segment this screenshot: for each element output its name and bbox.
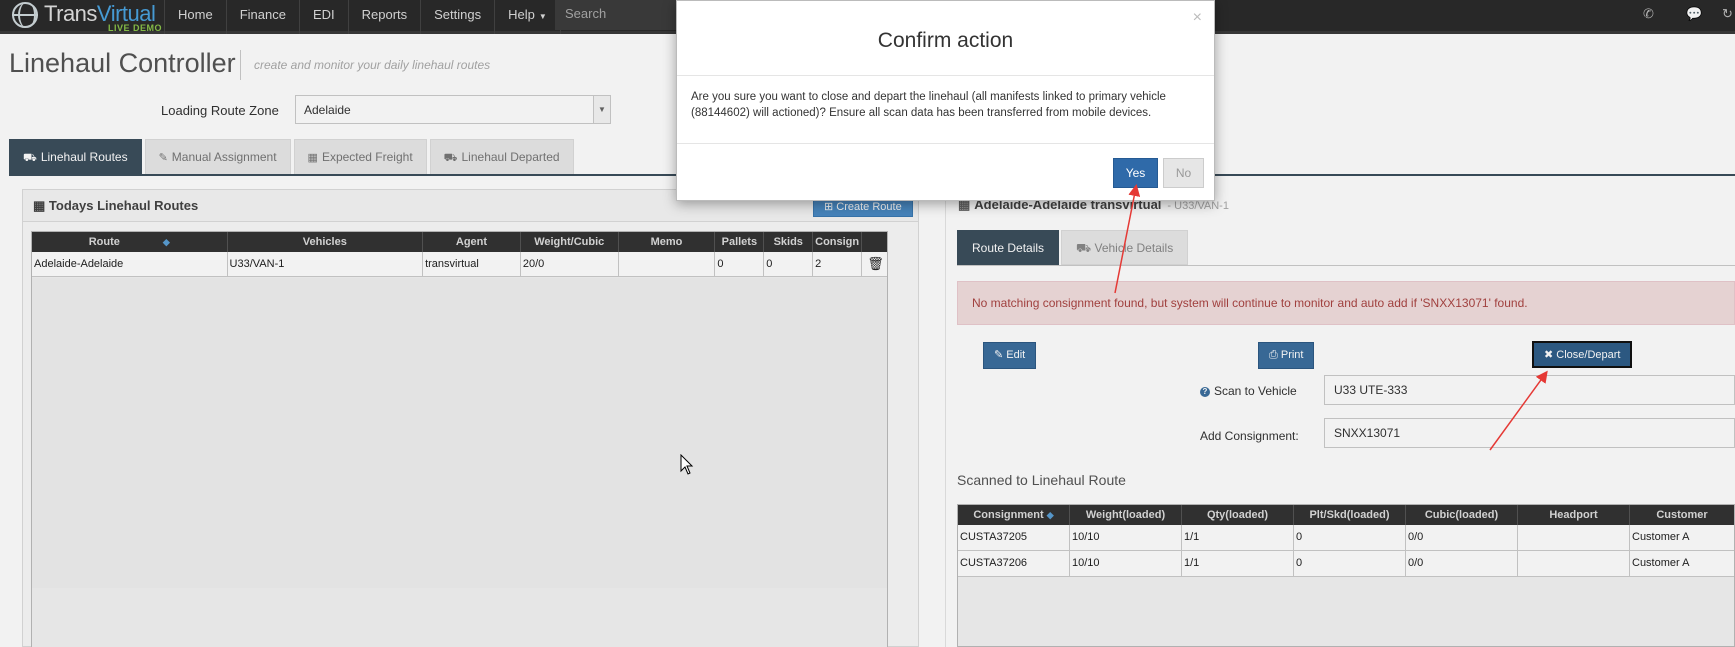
- mouse-cursor-icon: [680, 454, 694, 475]
- modal-title: Confirm action: [877, 29, 1014, 52]
- close-icon[interactable]: ×: [1193, 9, 1202, 27]
- modal-header: Confirm action ×: [677, 1, 1214, 76]
- modal-footer: Yes No: [677, 143, 1214, 202]
- yes-button[interactable]: Yes: [1113, 158, 1158, 188]
- confirm-action-modal: Confirm action × Are you sure you want t…: [676, 0, 1215, 201]
- no-button[interactable]: No: [1163, 158, 1204, 188]
- modal-message: Are you sure you want to close and depar…: [691, 91, 1166, 119]
